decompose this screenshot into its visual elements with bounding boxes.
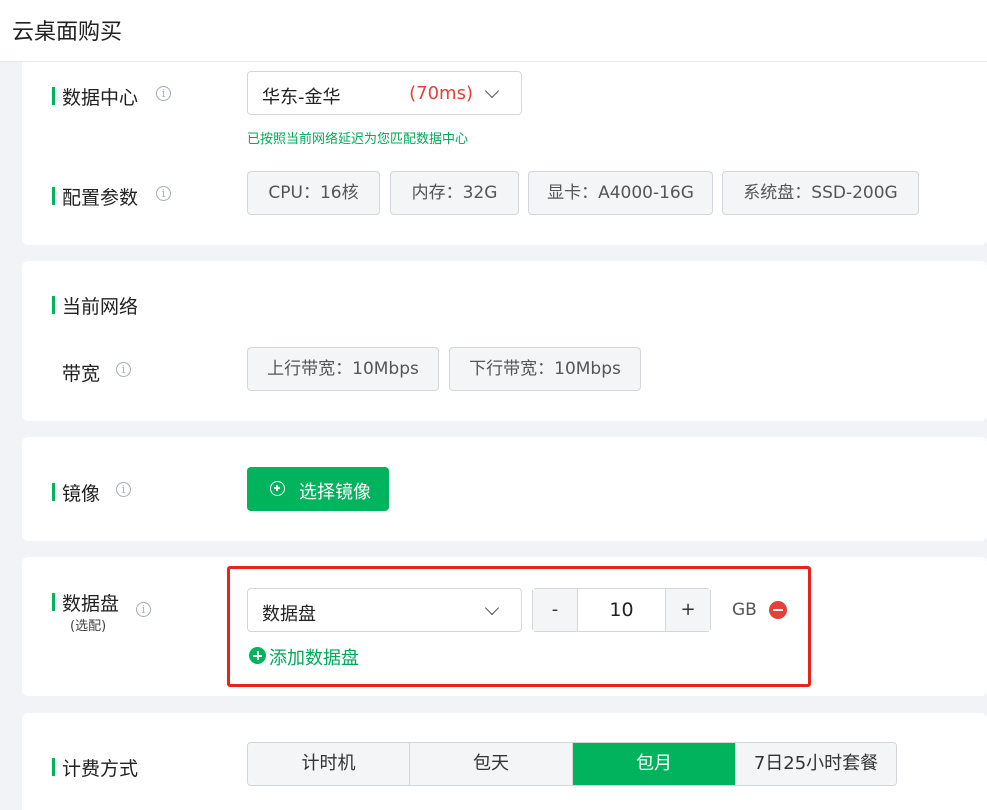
billing-options: 计时机 包天 包月 7日25小时套餐 xyxy=(247,742,897,786)
datacenter-latency: (70ms) xyxy=(409,83,473,104)
chevron-down-icon xyxy=(484,83,500,99)
billing-label: 计费方式 xyxy=(51,754,138,781)
data-disk-optional-label: (选配) xyxy=(70,619,107,634)
highlight-box xyxy=(227,566,811,687)
select-image-label: 选择镜像 xyxy=(299,482,371,503)
plus-circle-icon xyxy=(270,481,285,496)
datacenter-label: 数据中心 xyxy=(51,83,138,110)
billing-option-package[interactable]: 7日25小时套餐 xyxy=(736,743,896,785)
config-tag-cpu: CPU：16核 xyxy=(247,171,380,215)
info-icon[interactable]: i xyxy=(136,602,151,617)
download-bandwidth-tag: 下行带宽：10Mbps xyxy=(449,347,641,391)
info-icon[interactable]: i xyxy=(156,186,171,201)
billing-option-daily[interactable]: 包天 xyxy=(410,743,573,785)
billing-option-hourly[interactable]: 计时机 xyxy=(248,743,410,785)
info-icon[interactable]: i xyxy=(116,482,131,497)
datacenter-value: 华东-金华 xyxy=(262,87,341,108)
config-tag-disk: 系统盘：SSD-200G xyxy=(722,171,919,215)
datacenter-hint: 已按照当前网络延迟为您匹配数据中心 xyxy=(247,132,469,147)
billing-option-monthly[interactable]: 包月 xyxy=(573,743,736,785)
top-bar: 云桌面购买 xyxy=(0,0,987,62)
network-card: 当前网络 带宽 i 上行带宽：10Mbps 下行带宽：10Mbps xyxy=(22,261,987,421)
config-tag-memory: 内存：32G xyxy=(390,171,519,215)
datacenter-select[interactable]: 华东-金华 (70ms) xyxy=(247,71,522,115)
image-label: 镜像 xyxy=(51,479,100,506)
page-title: 云桌面购买 xyxy=(12,20,123,45)
billing-card: 计费方式 计时机 包天 包月 7日25小时套餐 xyxy=(22,713,987,810)
data-disk-card: 数据盘 (选配) i 数据盘 - 10 + GB 添加数据盘 xyxy=(22,557,987,696)
config-tag-gpu: 显卡：A4000-16G xyxy=(528,171,713,215)
datacenter-config-card: 数据中心 i 华东-金华 (70ms) 已按照当前网络延迟为您匹配数据中心 配置… xyxy=(22,62,987,245)
config-label: 配置参数 xyxy=(51,183,138,210)
image-card: 镜像 i 选择镜像 xyxy=(22,437,987,541)
data-disk-label: 数据盘 xyxy=(51,589,119,616)
info-icon[interactable]: i xyxy=(156,86,171,101)
bandwidth-label: 带宽 xyxy=(62,363,101,385)
select-image-button[interactable]: 选择镜像 xyxy=(247,467,389,511)
upload-bandwidth-tag: 上行带宽：10Mbps xyxy=(247,347,439,391)
info-icon[interactable]: i xyxy=(116,362,131,377)
network-label: 当前网络 xyxy=(51,292,138,319)
